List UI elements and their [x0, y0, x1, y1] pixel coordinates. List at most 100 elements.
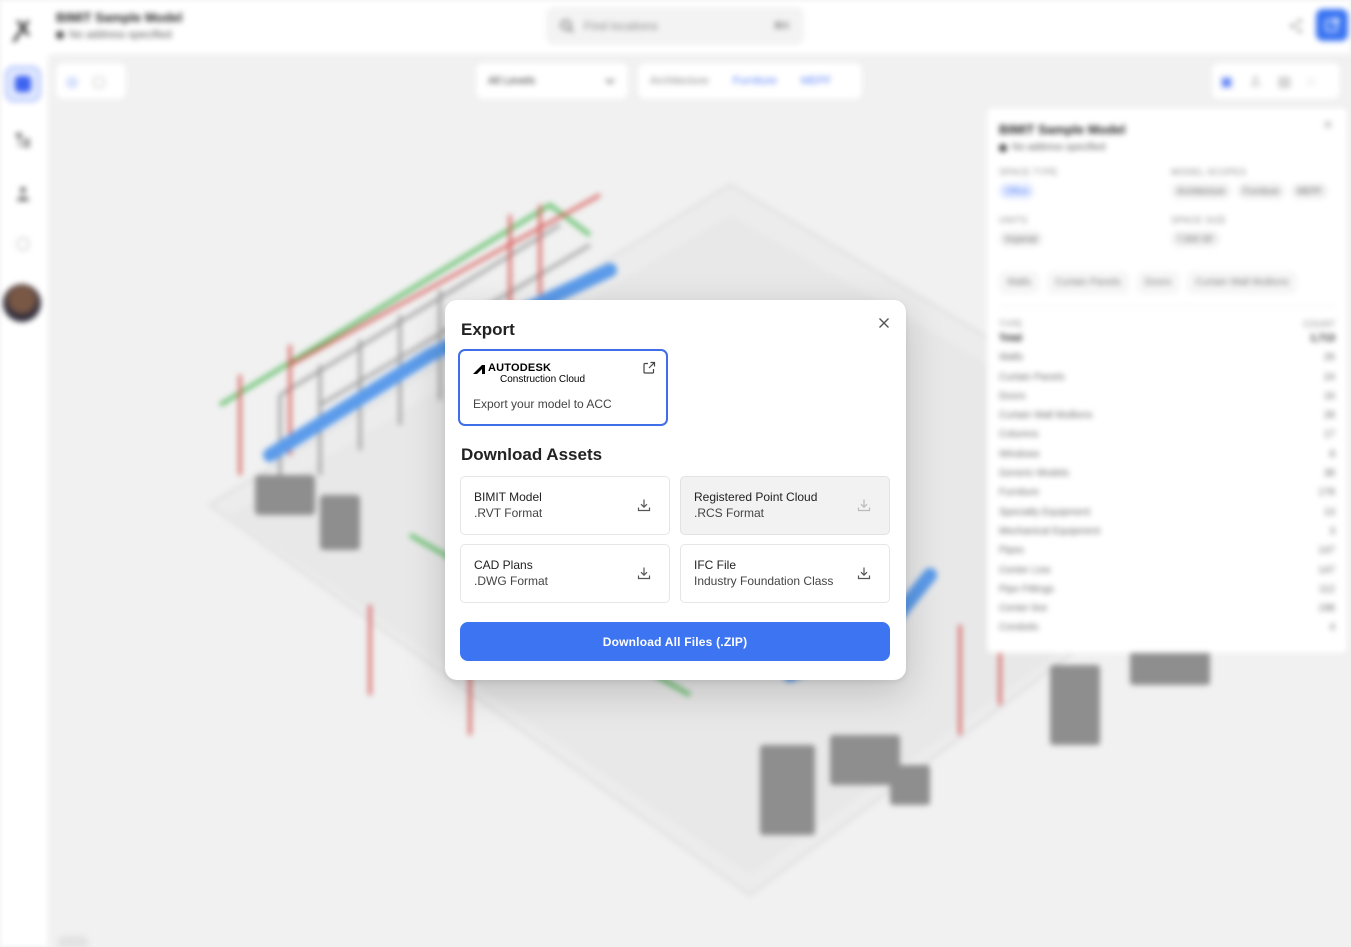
project-title: BIMIT Sample Model — [56, 10, 183, 25]
units-label: UNITS — [999, 215, 1028, 225]
right-toolbar: ▣ ♙ ▤ ◌ — [1212, 63, 1340, 99]
count-row-type: Doors — [999, 390, 1026, 402]
category-tab[interactable]: Doors — [1136, 271, 1180, 294]
export-to-acc-card[interactable]: AUTODESK Construction Cloud Export your … — [458, 349, 668, 426]
count-row-type: Windows — [999, 448, 1040, 460]
count-row: Doors 16 — [999, 387, 1335, 406]
modal-close-button[interactable] — [873, 312, 895, 334]
orbit-icon[interactable]: ◎ — [66, 73, 78, 90]
count-header: COUNT — [1303, 319, 1335, 329]
sidebar-item-model[interactable] — [5, 66, 41, 102]
model-icon — [15, 76, 31, 92]
space-type-block: SPACE TYPE Office — [999, 167, 1171, 199]
tab-furniture[interactable]: Furniture — [733, 75, 777, 87]
scope-chip: MEPF — [1291, 183, 1329, 199]
panel-close-icon[interactable]: ✕ — [1323, 118, 1333, 132]
count-row-type: Furniture — [999, 487, 1040, 499]
download-icon — [857, 499, 871, 512]
download-ifc-card[interactable]: IFC File Industry Foundation Class — [680, 544, 890, 603]
category-tabs: Walls Curtain Panels Doors Curtain Wall … — [999, 271, 1335, 307]
space-size-label: SPACE SIZE — [1171, 215, 1227, 225]
settings-icon[interactable]: ◌ — [1307, 73, 1315, 89]
category-tab[interactable]: Curtain Panels — [1047, 271, 1129, 294]
count-row-count: 24 — [1323, 371, 1335, 383]
count-row-count: 17 — [1323, 429, 1335, 441]
count-row-count: 16 — [1323, 390, 1335, 402]
tab-architecture[interactable]: Architecture — [650, 75, 709, 87]
count-row: Center line 198 — [999, 599, 1335, 618]
count-row-type: Specialty Equipment — [999, 506, 1091, 518]
view-toolbar: ◎ ▢ — [56, 63, 126, 99]
download-rvt-card[interactable]: BIMIT Model .RVT Format — [460, 476, 670, 535]
notes-icon[interactable]: ▢ — [92, 73, 105, 90]
share-button[interactable] — [1282, 12, 1310, 40]
units-block: UNITS Imperial — [999, 215, 1171, 247]
autodesk-brand: AUTODESK — [488, 362, 552, 374]
count-row: Furniture 178 — [999, 483, 1335, 502]
sidebar-item-people[interactable] — [5, 176, 41, 212]
export-button[interactable] — [1316, 9, 1348, 41]
close-icon — [879, 318, 889, 328]
asset-format: .DWG Format — [474, 574, 548, 588]
bottom-handle[interactable] — [58, 936, 88, 947]
export-modal: Export AUTODESK Construction Cloud Expor… — [445, 300, 906, 680]
search-placeholder: Find locations — [584, 19, 659, 33]
details-panel-icon[interactable]: ▣ — [1220, 73, 1233, 90]
user-avatar[interactable] — [3, 284, 41, 322]
search-shortcut: ⌘K — [773, 20, 790, 32]
category-tab[interactable]: Curtain Wall Mullions — [1187, 271, 1297, 294]
panel-meta: SPACE TYPE Office MODEL SCOPES Architect… — [999, 167, 1335, 247]
count-row-count: 28 — [1323, 410, 1335, 422]
count-row-type: Center Line — [999, 564, 1051, 576]
count-row-count: 198 — [1318, 603, 1335, 615]
sidebar-item-tree[interactable] — [5, 122, 41, 158]
space-size-chip: 7,500 SF — [1171, 231, 1220, 247]
count-row: Windows 8 — [999, 445, 1335, 464]
download-assets-heading: Download Assets — [461, 445, 603, 464]
search-input[interactable]: Find locations ⌘K — [546, 7, 804, 45]
count-row: Center Line 147 — [999, 561, 1335, 580]
count-table: Total 1,713 Walls 26 Curtain Panels 24 Doors 16… — [999, 329, 1335, 638]
count-row: Specialty Equipment 13 — [999, 503, 1335, 522]
model-scopes-block: MODEL SCOPES Architecture Furniture MEPF — [1171, 167, 1343, 199]
panel-title: BIMIT Sample Model — [999, 122, 1126, 137]
levels-select[interactable]: All Levels — [476, 63, 628, 99]
download-all-zip-button[interactable]: Download All Files (.ZIP) — [460, 622, 890, 661]
asset-title: CAD Plans — [474, 558, 533, 572]
asset-title: BIMIT Model — [474, 490, 542, 504]
units-chip: Imperial — [999, 231, 1044, 247]
download-dwg-card[interactable]: CAD Plans .DWG Format — [460, 544, 670, 603]
count-row: Total 1,713 — [999, 329, 1335, 348]
count-row-count: 147 — [1318, 564, 1335, 576]
type-header: TYPE — [999, 319, 1023, 329]
count-row-type: Generic Models — [999, 468, 1070, 480]
count-row-type: Pipes — [999, 545, 1025, 557]
count-row-count: 112 — [1319, 583, 1335, 595]
top-bar: ꭗ BIMIT Sample Model No address specifie… — [0, 0, 1351, 54]
tab-mepf[interactable]: MEPF — [801, 75, 832, 87]
category-tab[interactable]: Walls — [999, 271, 1040, 294]
count-row-count: 3 — [1329, 525, 1335, 537]
model-details-panel: BIMIT Sample Model No address specified … — [987, 108, 1347, 653]
count-row: Pipe Fittings 112 — [999, 580, 1335, 599]
download-rcs-card[interactable]: Registered Point Cloud .RCS Format — [680, 476, 890, 535]
person-icon[interactable]: ♙ — [1249, 73, 1262, 90]
acc-product-name: Construction Cloud — [500, 374, 586, 385]
count-row-type: Total — [999, 333, 1023, 344]
space-type-chip: Office — [999, 183, 1035, 199]
document-icon[interactable]: ▤ — [1278, 73, 1291, 90]
app-logo[interactable]: ꭗ — [8, 10, 38, 41]
sidebar-item-extra[interactable] — [5, 226, 41, 262]
count-row-count: 13 — [1323, 506, 1335, 518]
export-icon — [1325, 18, 1339, 32]
count-row: Mechanical Equipment 3 — [999, 522, 1335, 541]
count-row-type: Curtain Panels — [999, 371, 1065, 383]
count-row: Columns 17 — [999, 425, 1335, 444]
asset-format: Industry Foundation Class — [694, 574, 834, 588]
location-pin-icon — [56, 31, 64, 39]
autodesk-logo: AUTODESK Construction Cloud — [473, 363, 585, 385]
autodesk-mark-icon — [473, 365, 485, 374]
model-scopes-label: MODEL SCOPES — [1171, 167, 1247, 177]
panel-address-text: No address specified — [1012, 142, 1106, 153]
people-icon — [17, 187, 29, 201]
